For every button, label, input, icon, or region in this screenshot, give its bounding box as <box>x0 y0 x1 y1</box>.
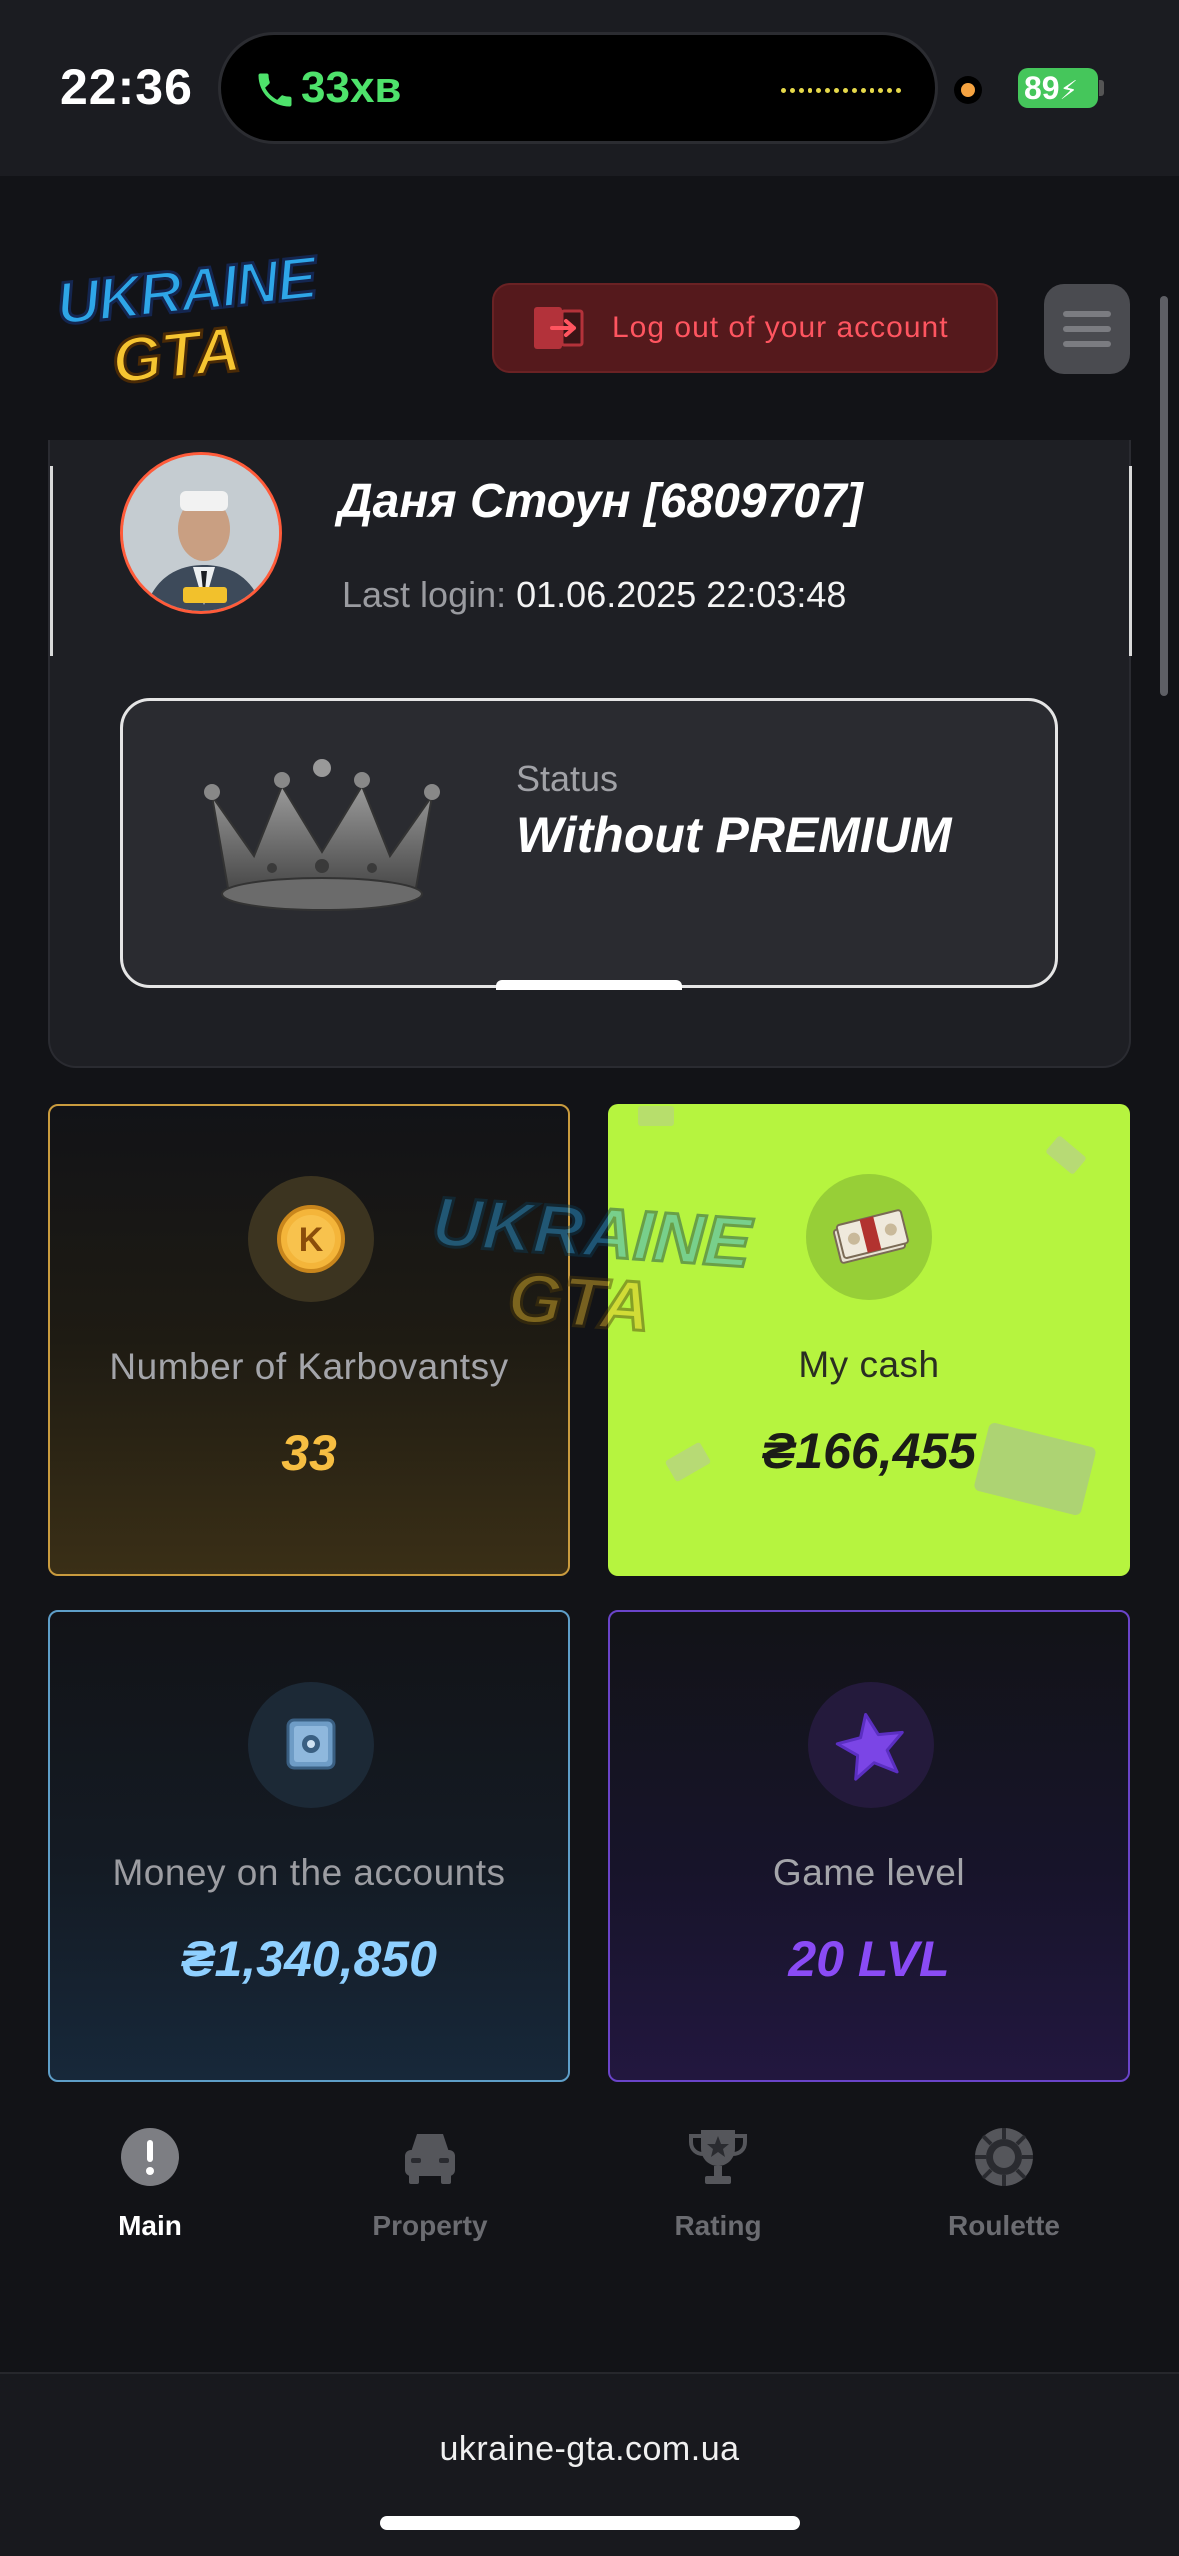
game-level-value: 20 LVL <box>788 1931 950 1987</box>
home-indicator[interactable] <box>380 2516 800 2530</box>
bottom-nav: Main Property Rating Roulette <box>0 2126 1179 2286</box>
nav-label-rating: Rating <box>674 2210 762 2241</box>
svg-text:K: K <box>299 1221 324 1259</box>
dynamic-island[interactable]: 33хв <box>218 32 938 144</box>
status-bar: 22:36 33хв 89⚡ <box>0 0 1179 176</box>
nav-label-roulette: Roulette <box>948 2210 1060 2241</box>
exclamation-icon <box>119 2126 181 2188</box>
karbovantsy-value: 33 <box>281 1425 337 1481</box>
call-duration: 33хв <box>301 63 402 112</box>
mic-indicator-icon <box>954 76 982 104</box>
crown-icon <box>204 759 440 911</box>
nav-item-roulette[interactable]: Roulette <box>904 2126 1104 2242</box>
logout-button[interactable]: Log out of your account <box>492 283 998 373</box>
status-tab-indicator <box>496 980 682 990</box>
banknotes-icon <box>806 1174 932 1300</box>
nav-item-property[interactable]: Property <box>330 2126 530 2242</box>
battery-tip-icon <box>1099 80 1104 96</box>
karbovantsy-label: Number of Karbovantsy <box>109 1346 509 1387</box>
site-url[interactable]: ukraine-gta.com.ua <box>0 2430 1179 2469</box>
safe-icon <box>248 1682 374 1808</box>
logout-label: Log out of your account <box>612 311 949 344</box>
nav-item-rating[interactable]: Rating <box>618 2126 818 2242</box>
phone-icon <box>258 73 292 107</box>
nav-label-main: Main <box>118 2210 182 2241</box>
last-login: Last login: 01.06.2025 22:03:48 <box>342 574 846 616</box>
nav-label-property: Property <box>372 2210 488 2241</box>
cash-label: My cash <box>798 1344 940 1385</box>
nav-item-main[interactable]: Main <box>50 2126 250 2242</box>
car-icon <box>399 2126 461 2188</box>
logout-door-icon <box>534 307 584 349</box>
cash-card[interactable]: My cash ₴166,455 <box>608 1104 1130 1576</box>
karbovanets-coin-icon: K <box>248 1176 374 1302</box>
accounts-card[interactable]: Money on the accounts ₴1,340,850 <box>48 1610 570 2082</box>
cash-value: ₴166,455 <box>761 1423 977 1479</box>
hamburger-menu-button[interactable] <box>1044 284 1130 374</box>
trophy-icon <box>687 2126 749 2188</box>
last-login-label: Last login: <box>342 574 507 615</box>
player-name: Даня Стоун [6809707] <box>338 475 863 528</box>
status-value: Without PREMIUM <box>516 807 952 863</box>
roulette-icon <box>973 2126 1035 2188</box>
karbovantsy-card[interactable]: K Number of Karbovantsy 33 <box>48 1104 570 1576</box>
ukraine-gta-logo[interactable]: UKRAINE GTA <box>52 242 320 400</box>
scrollbar[interactable] <box>1160 296 1168 696</box>
last-login-value: 01.06.2025 22:03:48 <box>516 574 847 615</box>
accounts-label: Money on the accounts <box>112 1852 506 1893</box>
status-time: 22:36 <box>60 59 193 115</box>
game-level-label: Game level <box>772 1852 966 1893</box>
status-label: Status <box>516 758 619 799</box>
accounts-value: ₴1,340,850 <box>181 1931 437 1987</box>
star-icon <box>808 1682 934 1808</box>
game-level-card[interactable]: Game level 20 LVL <box>608 1610 1130 2082</box>
battery-level: 89⚡ <box>1018 68 1098 108</box>
avatar <box>120 452 282 614</box>
audio-wave-icon <box>781 85 902 97</box>
